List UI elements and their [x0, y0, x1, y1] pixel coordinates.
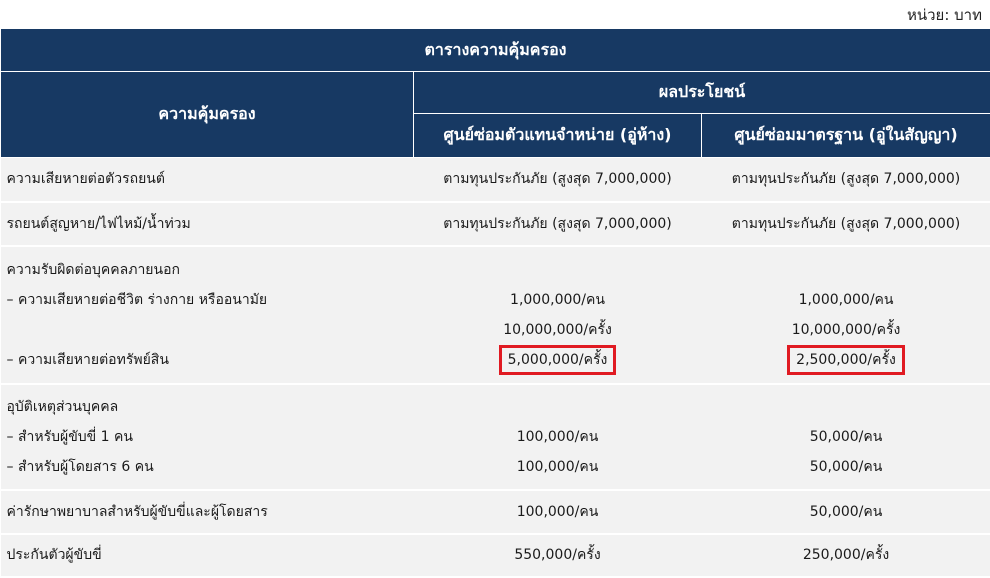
medical-label: ค่ารักษาพยาบาลสำหรับผู้ขับขี่และผู้โดยสา… — [1, 490, 414, 534]
loss-fire-flood-label: รถยนต์สูญหาย/ไฟไหม้/น้ำท่วม — [1, 202, 414, 246]
third-party-dealer-cell: 1,000,000/คน 10,000,000/ครั้ง 5,000,000/… — [414, 246, 702, 384]
third-party-standard-cell: 1,000,000/คน 10,000,000/ครั้ง 2,500,000/… — [702, 246, 990, 384]
vehicle-damage-standard: ตามทุนประกันภัย (สูงสุด 7,000,000) — [702, 158, 990, 202]
table-row: ความเสียหายต่อตัวรถยนต์ ตามทุนประกันภัย … — [1, 158, 990, 202]
personal-accident-driver-label: – สำหรับผู้ขับขี่ 1 คน — [7, 422, 414, 452]
third-party-label-cell: ความรับผิดต่อบุคคลภายนอก – ความเสียหายต่… — [1, 246, 414, 384]
loss-fire-flood-standard: ตามทุนประกันภัย (สูงสุด 7,000,000) — [702, 202, 990, 246]
medical-dealer: 100,000/คน — [414, 490, 702, 534]
table-row: ประกันตัวผู้ขับขี่ 550,000/ครั้ง 250,000… — [1, 534, 990, 577]
third-party-life-standard-time: 10,000,000/ครั้ง — [702, 315, 990, 345]
third-party-life-standard-person: 1,000,000/คน — [702, 285, 990, 315]
unit-label: หน่วย: บาท — [907, 3, 982, 27]
personal-accident-passenger-standard: 50,000/คน — [702, 452, 990, 482]
bail-dealer: 550,000/ครั้ง — [414, 534, 702, 577]
personal-accident-passenger-dealer: 100,000/คน — [414, 452, 702, 482]
dealer-column-header: ศูนย์ซ่อมตัวแทนจำหน่าย (อู่ห้าง) — [414, 114, 702, 158]
table-row: อุบัติเหตุส่วนบุคคล – สำหรับผู้ขับขี่ 1 … — [1, 384, 990, 490]
personal-accident-label-cell: อุบัติเหตุส่วนบุคคล – สำหรับผู้ขับขี่ 1 … — [1, 384, 414, 490]
standard-column-header: ศูนย์ซ่อมมาตรฐาน (อู่ในสัญญา) — [702, 114, 990, 158]
table-row: ค่ารักษาพยาบาลสำหรับผู้ขับขี่และผู้โดยสา… — [1, 490, 990, 534]
third-party-life-dealer-person: 1,000,000/คน — [414, 285, 702, 315]
personal-accident-driver-standard: 50,000/คน — [702, 422, 990, 452]
third-party-property-label: – ความเสียหายต่อทรัพย์สิน — [7, 345, 414, 375]
third-party-property-dealer-highlight: 5,000,000/ครั้ง — [499, 345, 617, 375]
bail-standard: 250,000/ครั้ง — [702, 534, 990, 577]
third-party-life-label: – ความเสียหายต่อชีวิต ร่างกาย หรืออนามัย — [7, 285, 414, 315]
third-party-life-dealer-time: 10,000,000/ครั้ง — [414, 315, 702, 345]
coverage-table: ตารางความคุ้มครอง ความคุ้มครอง ผลประโยชน… — [0, 28, 990, 578]
third-party-property-standard-highlight: 2,500,000/ครั้ง — [787, 345, 905, 375]
personal-accident-dealer-cell: 100,000/คน 100,000/คน — [414, 384, 702, 490]
medical-standard: 50,000/คน — [702, 490, 990, 534]
table-row: รถยนต์สูญหาย/ไฟไหม้/น้ำท่วม ตามทุนประกัน… — [1, 202, 990, 246]
personal-accident-standard-cell: 50,000/คน 50,000/คน — [702, 384, 990, 490]
bail-label: ประกันตัวผู้ขับขี่ — [1, 534, 414, 577]
vehicle-damage-dealer: ตามทุนประกันภัย (สูงสุด 7,000,000) — [414, 158, 702, 202]
vehicle-damage-label: ความเสียหายต่อตัวรถยนต์ — [1, 158, 414, 202]
loss-fire-flood-dealer: ตามทุนประกันภัย (สูงสุด 7,000,000) — [414, 202, 702, 246]
table-title: ตารางความคุ้มครอง — [1, 29, 990, 72]
benefit-header: ผลประโยชน์ — [414, 72, 990, 114]
third-party-title: ความรับผิดต่อบุคคลภายนอก — [7, 255, 414, 285]
coverage-header: ความคุ้มครอง — [1, 72, 414, 158]
table-row: ความรับผิดต่อบุคคลภายนอก – ความเสียหายต่… — [1, 246, 990, 384]
personal-accident-passenger-label: – สำหรับผู้โดยสาร 6 คน — [7, 452, 414, 482]
personal-accident-title: อุบัติเหตุส่วนบุคคล — [7, 392, 414, 422]
personal-accident-driver-dealer: 100,000/คน — [414, 422, 702, 452]
